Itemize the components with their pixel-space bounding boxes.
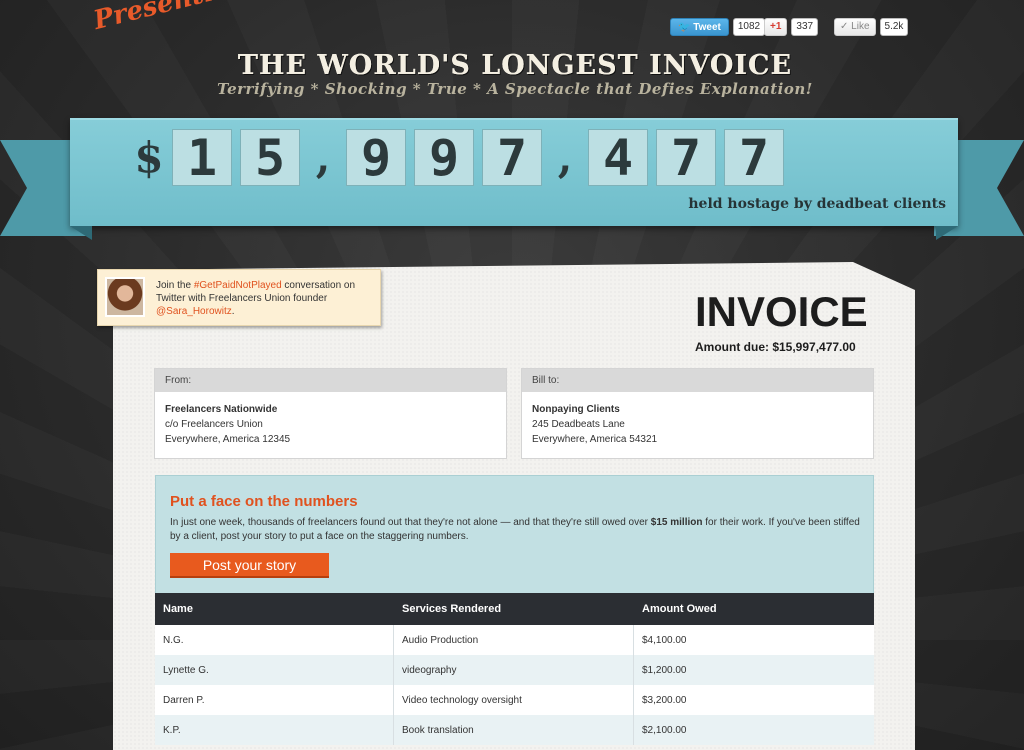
tweet-widget: 🐦 Tweet 1082 bbox=[670, 17, 766, 37]
gplus-count: 337 bbox=[791, 18, 819, 36]
post-story-button[interactable]: Post your story bbox=[170, 553, 329, 578]
counter-digit: 9 bbox=[346, 129, 406, 186]
col-name: Name bbox=[163, 603, 193, 615]
counter-digit: 1 bbox=[172, 129, 232, 186]
cell-service: videography bbox=[394, 655, 634, 685]
cell-service: Audio Production bbox=[394, 625, 634, 655]
amount-counter: $ 1 5 , 9 9 7 , 4 7 7 bbox=[134, 129, 792, 186]
twitter-callout: Join the #GetPaidNotPlayed conversation … bbox=[97, 269, 381, 326]
like-count: 5.2k bbox=[879, 18, 909, 36]
from-box: From: Freelancers Nationwide c/o Freelan… bbox=[154, 368, 507, 459]
tweet-label: Tweet bbox=[693, 22, 721, 33]
amount-due: Amount due: $15,997,477.00 bbox=[695, 340, 856, 354]
face-text-bold: $15 million bbox=[650, 517, 703, 528]
bill-to-label: Bill to: bbox=[522, 369, 873, 392]
cell-name: Darren P. bbox=[155, 685, 394, 715]
counter-digit: 7 bbox=[656, 129, 716, 186]
cell-name: N.G. bbox=[155, 625, 394, 655]
cell-service: Book translation bbox=[394, 715, 634, 745]
face-text-before: In just one week, thousands of freelance… bbox=[170, 517, 651, 528]
from-line2: Everywhere, America 12345 bbox=[165, 434, 291, 445]
bill-to-line2: Everywhere, America 54321 bbox=[532, 434, 658, 445]
gplus-button[interactable]: +1 bbox=[764, 18, 788, 36]
twitter-bird-icon: 🐦 bbox=[678, 22, 691, 33]
counter-comma: , bbox=[315, 133, 331, 182]
table-row: Darren P. Video technology oversight $3,… bbox=[155, 685, 874, 715]
tagline: Terrifying * Shocking * True * A Spectac… bbox=[217, 80, 813, 98]
col-amount: Amount Owed bbox=[642, 603, 717, 615]
ribbon-banner: $ 1 5 , 9 9 7 , 4 7 7 held hostage by de… bbox=[70, 118, 958, 226]
tweet-count: 1082 bbox=[732, 18, 766, 36]
presenting-script: Presenting bbox=[90, 0, 253, 36]
handle-link[interactable]: @Sara_Horowitz bbox=[156, 306, 232, 317]
bill-to-name: Nonpaying Clients bbox=[532, 404, 620, 415]
cell-amount: $1,200.00 bbox=[642, 665, 687, 676]
col-services: Services Rendered bbox=[402, 603, 502, 615]
table-row: K.P. Book translation $2,100.00 bbox=[155, 715, 874, 745]
from-line1: c/o Freelancers Union bbox=[165, 419, 263, 430]
counter-digit: 4 bbox=[588, 129, 648, 186]
avatar bbox=[105, 277, 145, 317]
like-widget: ✓ Like 5.2k bbox=[834, 17, 909, 37]
face-heading: Put a face on the numbers bbox=[170, 493, 358, 510]
counter-comma: , bbox=[557, 133, 573, 182]
counter-digit: 7 bbox=[724, 129, 784, 186]
face-panel: Put a face on the numbers In just one we… bbox=[155, 475, 874, 595]
tweet-button[interactable]: 🐦 Tweet bbox=[670, 18, 729, 36]
callout-text-after: . bbox=[231, 306, 235, 317]
ribbon-caption: held hostage by deadbeat clients bbox=[688, 196, 946, 212]
table-row: Lynette G. videography $1,200.00 bbox=[155, 655, 874, 685]
counter-digit: 7 bbox=[482, 129, 542, 186]
callout-text-before: Join the bbox=[156, 280, 194, 291]
like-label: Like bbox=[851, 21, 870, 32]
face-text: In just one week, thousands of freelance… bbox=[170, 516, 860, 544]
cell-service: Video technology oversight bbox=[394, 685, 634, 715]
cell-amount: $2,100.00 bbox=[642, 725, 687, 736]
invoice-title: INVOICE bbox=[695, 288, 868, 335]
counter-digit: 5 bbox=[240, 129, 300, 186]
hashtag-link[interactable]: #GetPaidNotPlayed bbox=[194, 280, 282, 291]
callout-text: Join the #GetPaidNotPlayed conversation … bbox=[156, 279, 378, 318]
cell-name: Lynette G. bbox=[155, 655, 394, 685]
cell-amount: $3,200.00 bbox=[642, 695, 687, 706]
from-name: Freelancers Nationwide bbox=[165, 404, 278, 415]
bill-to-box: Bill to: Nonpaying Clients 245 Deadbeats… bbox=[521, 368, 874, 459]
counter-dollar: $ bbox=[134, 133, 164, 182]
cell-amount: $4,100.00 bbox=[642, 635, 687, 646]
bill-to-line1: 245 Deadbeats Lane bbox=[532, 419, 625, 430]
counter-digit: 9 bbox=[414, 129, 474, 186]
page-title: THE WORLD'S LONGEST INVOICE bbox=[237, 50, 793, 81]
like-button[interactable]: ✓ Like bbox=[834, 18, 876, 36]
cell-name: K.P. bbox=[155, 715, 394, 745]
gplus-widget: +1 337 bbox=[764, 17, 819, 37]
table-row: N.G. Audio Production $4,100.00 bbox=[155, 625, 874, 655]
thumbs-up-icon: ✓ bbox=[840, 21, 849, 32]
table-header: Name Services Rendered Amount Owed bbox=[155, 593, 874, 625]
invoice-table: Name Services Rendered Amount Owed N.G. … bbox=[155, 593, 874, 745]
gplus-label: +1 bbox=[770, 21, 782, 32]
from-label: From: bbox=[155, 369, 506, 392]
table-body: N.G. Audio Production $4,100.00 Lynette … bbox=[155, 625, 874, 745]
